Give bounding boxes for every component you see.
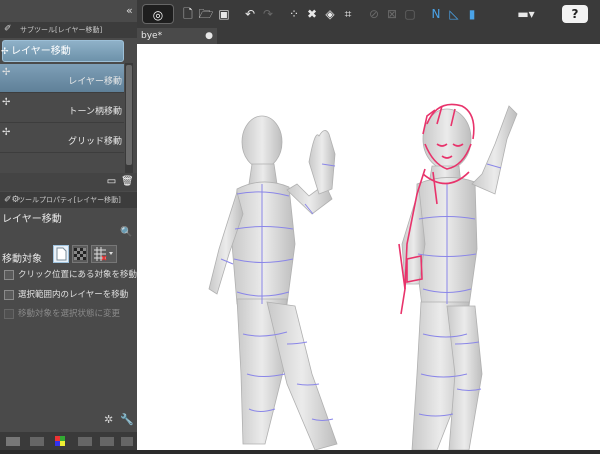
redo-icon: ↷ (262, 7, 274, 21)
sub-tool-item-label: トーン柄移動 (68, 107, 122, 117)
sub-tool-footer: ▭ 🗑 (0, 173, 137, 191)
fill-bucket-icon[interactable]: ◈ (321, 5, 339, 23)
tone-pattern-icon (74, 248, 86, 260)
checkbox (4, 308, 14, 319)
checkbox[interactable] (4, 269, 14, 280)
sub-tool-item-grid-move[interactable]: ✢ グリッド移動 (0, 124, 124, 153)
help-button[interactable]: ? (562, 5, 588, 23)
sub-tool-item-label: レイヤー移動 (68, 77, 122, 87)
sub-tool-icon: ✐ (4, 24, 12, 34)
tool-property-header: ✐⚙ ツールプロパティ[レイヤー移動] (0, 192, 137, 208)
bottom-tool-icons (6, 436, 133, 446)
page-icon (56, 247, 67, 261)
disabled-tool-icon: ⊠ (386, 7, 398, 21)
layer-icon (30, 437, 44, 446)
move-cross-icon: ✢ (2, 97, 11, 108)
sub-tool-item-label: グリッド移動 (67, 137, 122, 147)
open-folder-icon[interactable]: 🗁 (197, 5, 215, 23)
history-icon (121, 437, 133, 446)
navigator-icon (78, 437, 92, 446)
gear-icon[interactable]: ✲ (104, 413, 113, 426)
document-tab[interactable]: bye* ● (137, 28, 217, 44)
new-file-icon[interactable]: 🗋 (179, 5, 197, 23)
tool-property-title: ツールプロパティ[レイヤー移動] (18, 196, 121, 204)
move-target-label: 移動対象 (2, 254, 42, 265)
app-logo-icon[interactable]: ◎ (142, 4, 174, 24)
target-layer-button[interactable] (53, 245, 69, 263)
move-cross-icon: ✢ (1, 47, 9, 57)
tab-bar (217, 28, 600, 44)
sub-tool-item-layer-move[interactable]: ✢ レイヤー移動 (0, 64, 124, 93)
main-toolbar: 🗋 🗁 ▣ ↶ ↷ ⁘ ✖ ◈ ⌗ ⊘ ⊠ ▢ N ◺ ▮ ▬▾ (137, 0, 600, 29)
clear-icon[interactable]: ✖ (303, 5, 321, 23)
sub-tool-header: ✐ サブツール[レイヤー移動] (0, 22, 137, 38)
left-panel: « ✐ サブツール[レイヤー移動] ✢ レイヤー移動 ✢ レイヤー移動 ✢ トー… (0, 0, 137, 450)
option-click-position[interactable]: クリック位置にある対象を移動 (4, 268, 137, 282)
snap-ruler-icon[interactable]: N (427, 5, 445, 23)
material-icon (100, 437, 114, 446)
mannequin-figure-left[interactable] (208, 115, 338, 450)
sub-tool-scrollbar[interactable] (125, 63, 133, 173)
target-grid-button[interactable] (91, 245, 117, 263)
option-selection-layers[interactable]: 選択範囲内のレイヤーを移動 (4, 288, 128, 302)
trash-icon[interactable]: 🗑 (121, 176, 134, 187)
save-icon[interactable]: ▣ (215, 5, 233, 23)
document-tab-label: bye* (141, 31, 163, 41)
palette-icon (6, 437, 20, 446)
collapse-panel-icon[interactable]: « (126, 4, 133, 17)
transform-icon[interactable]: ⌗ (339, 5, 357, 23)
disabled-tool-icon: ▢ (404, 7, 416, 21)
disabled-tool-icon: ⊘ (368, 7, 380, 21)
option-select-target: 移動対象を選択状態に変更 (4, 307, 120, 321)
selection-dots-icon[interactable]: ⁘ (285, 5, 303, 23)
snap-special-ruler-icon[interactable]: ◺ (445, 5, 463, 23)
option-label: 選択範囲内のレイヤーを移動 (18, 290, 129, 300)
magnify-icon[interactable]: 🔍 (120, 227, 132, 239)
option-label: 移動対象を選択状態に変更 (18, 309, 121, 319)
bottom-toolbar (0, 432, 137, 450)
wrench-icon[interactable]: 🔧 (120, 413, 134, 426)
sub-tool-group-label: レイヤー移動 (11, 46, 71, 57)
move-cross-icon: ✢ (2, 67, 11, 78)
close-tab-icon[interactable]: ● (205, 28, 213, 44)
sub-tool-item-tone-move[interactable]: ✢ トーン柄移動 (0, 94, 124, 123)
target-tone-button[interactable] (72, 245, 88, 263)
sub-tool-title: サブツール[レイヤー移動] (20, 26, 103, 34)
grid-icon (94, 247, 113, 261)
checkbox[interactable] (4, 289, 14, 300)
move-cross-icon: ✢ (2, 127, 11, 138)
drawing-canvas[interactable] (137, 44, 600, 450)
new-sub-tool-icon[interactable]: ▭ (106, 176, 117, 187)
option-label: クリック位置にある対象を移動 (18, 270, 138, 280)
snap-grid-icon[interactable]: ▮ (463, 5, 481, 23)
canvas-artwork (208, 103, 518, 450)
sub-tool-group-tab[interactable]: ✢ レイヤー移動 (1, 40, 124, 62)
workspace-menu-icon[interactable]: ▬▾ (511, 5, 541, 23)
tool-name: レイヤー移動 (2, 214, 62, 225)
undo-icon[interactable]: ↶ (241, 5, 259, 23)
scrollbar-thumb[interactable] (126, 65, 132, 165)
character-figure-right[interactable] (401, 105, 518, 450)
